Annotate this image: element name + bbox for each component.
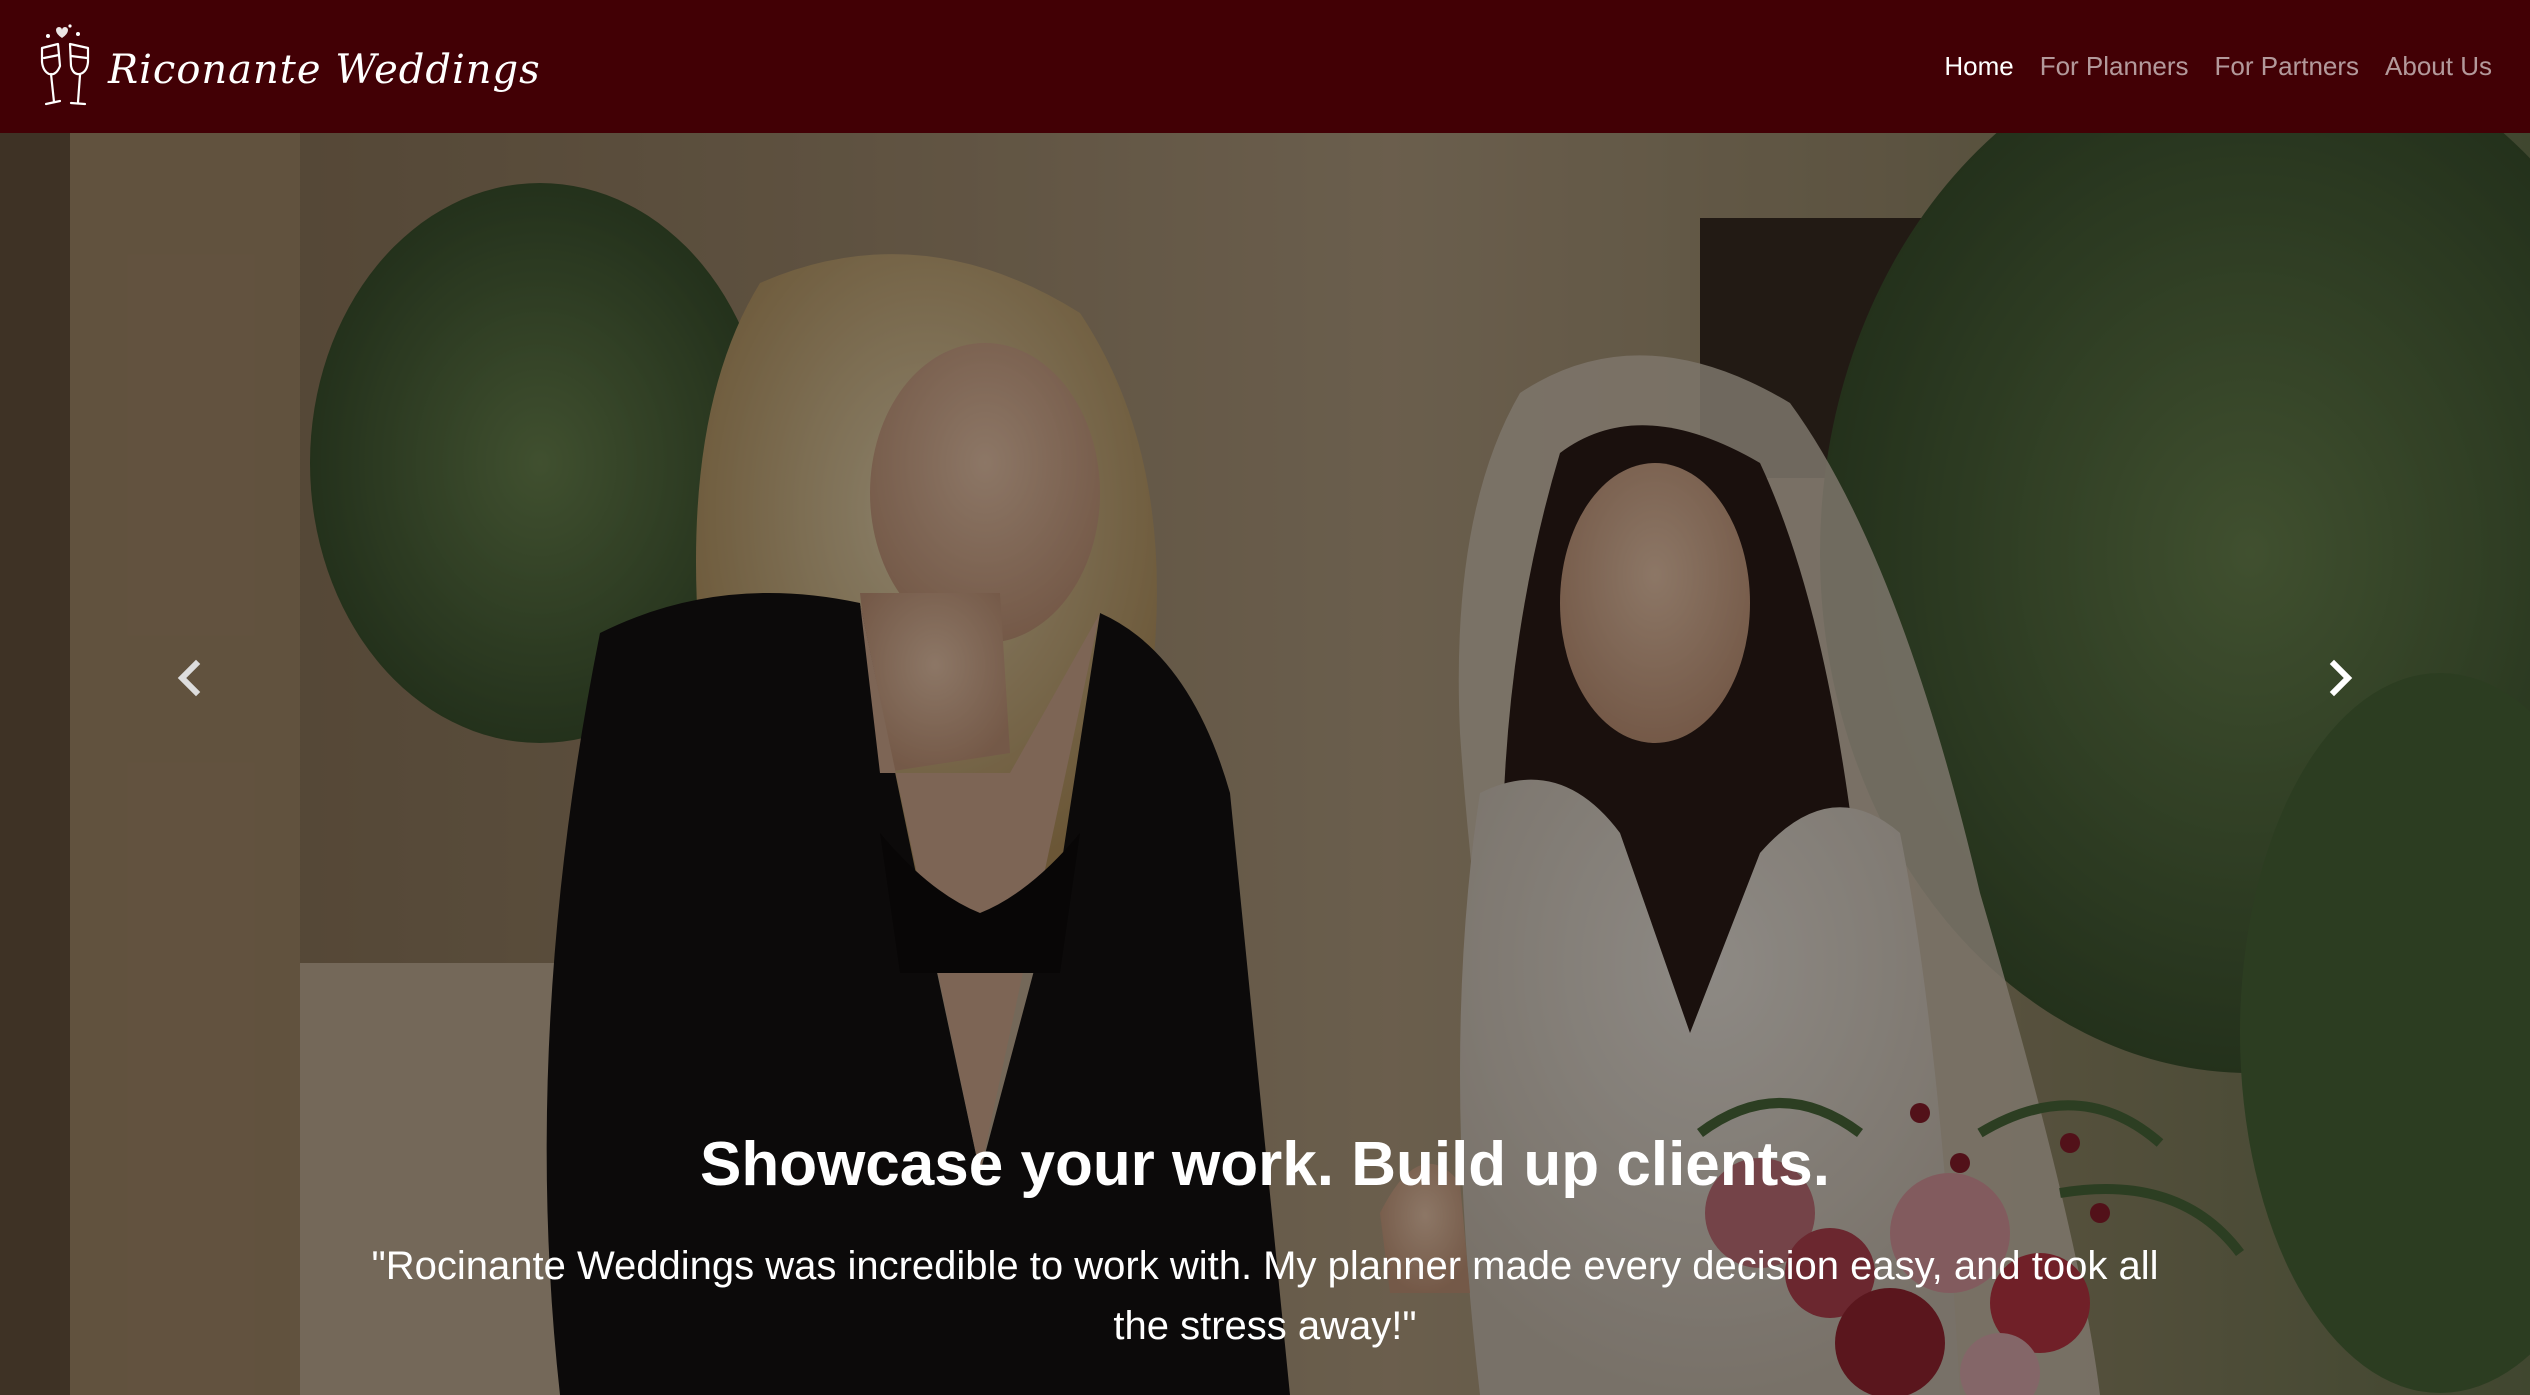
testimonial-quote: "Rocinante Weddings was incredible to wo… [371,1244,2159,1349]
hero-title: Showcase your work. Build up clients. [699,1130,1831,1199]
hero-carousel: Showcase your work. Build up clients. "R… [0,133,2530,1395]
carousel-prev-button[interactable] [150,638,230,718]
main-nav: Home For Planners For Partners About Us [1944,51,2492,82]
navbar: Riconante Weddings Home For Planners For… [0,0,2530,133]
nav-link-for-partners[interactable]: For Partners [2215,51,2360,82]
carousel-next-button[interactable] [2300,638,2380,718]
champagne-glasses-logo-icon [40,23,90,105]
chevron-right-icon [2329,659,2353,697]
carousel-caption: Showcase your work. Build up clients. "R… [300,1128,2230,1356]
brand-link[interactable]: Riconante Weddings [34,22,541,112]
nav-link-for-planners[interactable]: For Planners [2040,51,2189,82]
chevron-left-icon [177,659,201,697]
brand-name: Riconante Weddings [108,46,541,93]
nav-link-about-us[interactable]: About Us [2385,51,2492,82]
nav-link-home[interactable]: Home [1944,51,2013,82]
